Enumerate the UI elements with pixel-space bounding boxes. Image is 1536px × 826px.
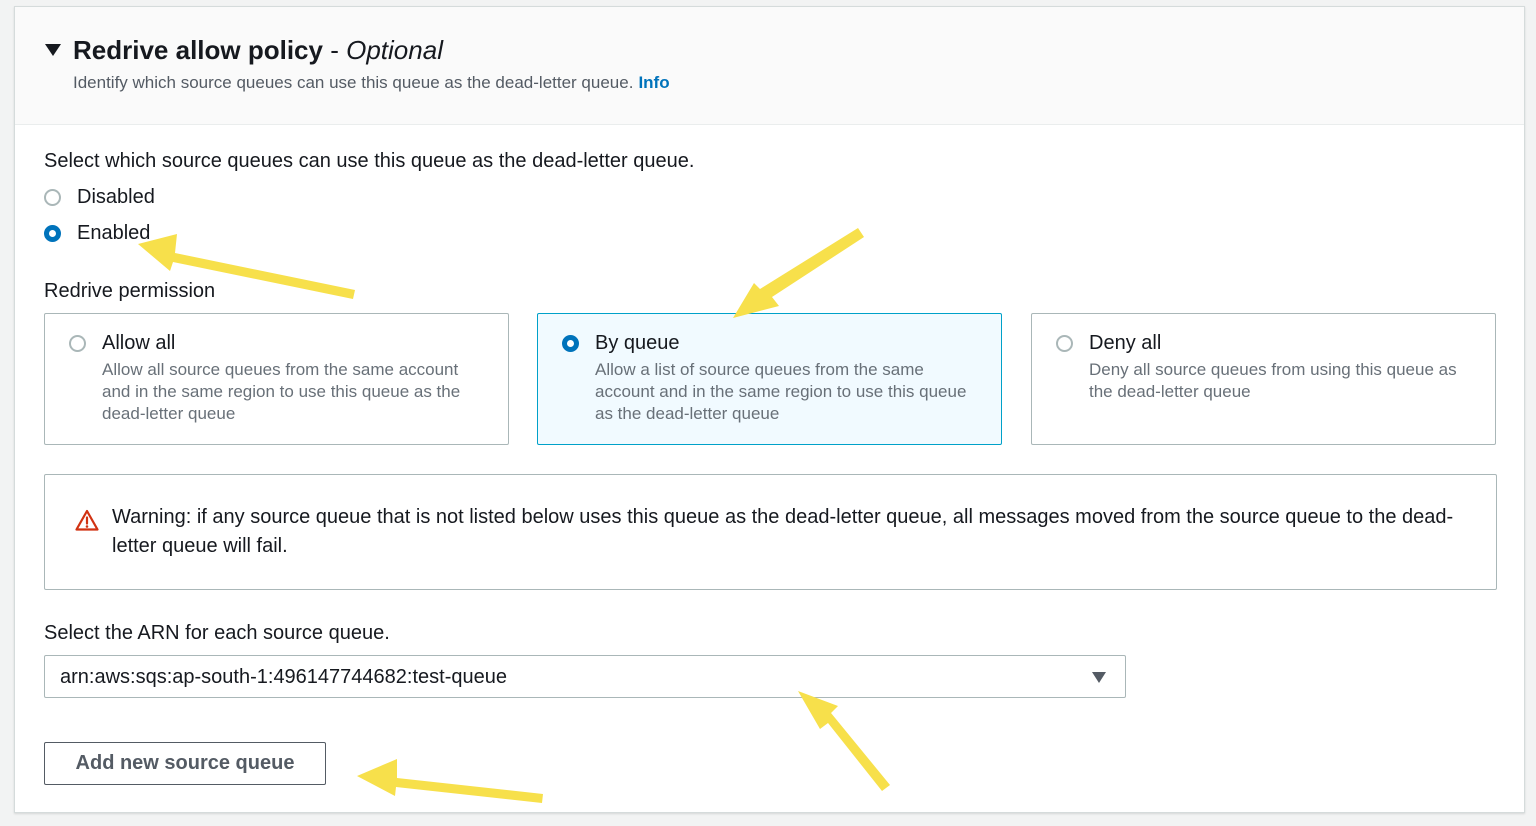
arn-label: Select the ARN for each source queue. — [44, 622, 390, 644]
warning-triangle-icon — [75, 509, 99, 536]
dropdown-caret-icon[interactable] — [1092, 672, 1106, 683]
policy-prompt: Select which source queues can use this … — [44, 150, 695, 172]
tile-by-queue-title: By queue — [595, 332, 680, 354]
radio-enabled-label: Enabled — [77, 222, 151, 244]
radio-enabled-input[interactable] — [44, 225, 61, 242]
tile-by-queue-radio[interactable] — [562, 335, 579, 352]
warning-alert: Warning: if any source queue that is not… — [44, 474, 1497, 590]
tile-allow-all-radio[interactable] — [69, 335, 86, 352]
info-link[interactable]: Info — [638, 73, 669, 92]
tile-allow-all-title: Allow all — [102, 332, 176, 354]
panel-header[interactable]: Redrive allow policy - Optional Identify… — [15, 7, 1524, 125]
tile-deny-all[interactable]: Deny all Deny all source queues from usi… — [1031, 313, 1496, 445]
section-description-text: Identify which source queues can use thi… — [73, 73, 634, 92]
optional-label: Optional — [346, 35, 443, 65]
tile-by-queue[interactable]: By queue Allow a list of source queues f… — [537, 313, 1002, 445]
add-new-source-queue-button[interactable]: Add new source queue — [44, 742, 326, 785]
tile-deny-all-title: Deny all — [1089, 332, 1162, 354]
arn-select[interactable]: arn:aws:sqs:ap-south-1:496147744682:test… — [44, 655, 1126, 698]
radio-enabled[interactable]: Enabled — [44, 222, 150, 245]
tile-allow-all[interactable]: Allow all Allow all source queues from t… — [44, 313, 509, 445]
warning-text: Warning: if any source queue that is not… — [112, 506, 1454, 557]
arn-select-value: arn:aws:sqs:ap-south-1:496147744682:test… — [60, 666, 507, 688]
section-title-text: Redrive allow policy — [73, 35, 323, 65]
title-separator: - — [330, 35, 339, 65]
section-title: Redrive allow policy - Optional — [73, 35, 443, 66]
radio-disabled-label: Disabled — [77, 186, 155, 208]
tile-by-queue-description: Allow a list of source queues from the s… — [595, 360, 967, 423]
tile-allow-all-description: Allow all source queues from the same ac… — [102, 360, 461, 423]
tile-deny-all-description: Deny all source queues from using this q… — [1089, 360, 1457, 401]
redrive-permission-label: Redrive permission — [44, 280, 216, 302]
tile-deny-all-radio[interactable] — [1056, 335, 1073, 352]
radio-disabled-input[interactable] — [44, 189, 61, 206]
radio-disabled[interactable]: Disabled — [44, 186, 155, 209]
caret-down-icon[interactable] — [45, 44, 61, 56]
section-description: Identify which source queues can use thi… — [73, 73, 670, 93]
redrive-policy-panel: Redrive allow policy - Optional Identify… — [14, 6, 1525, 813]
